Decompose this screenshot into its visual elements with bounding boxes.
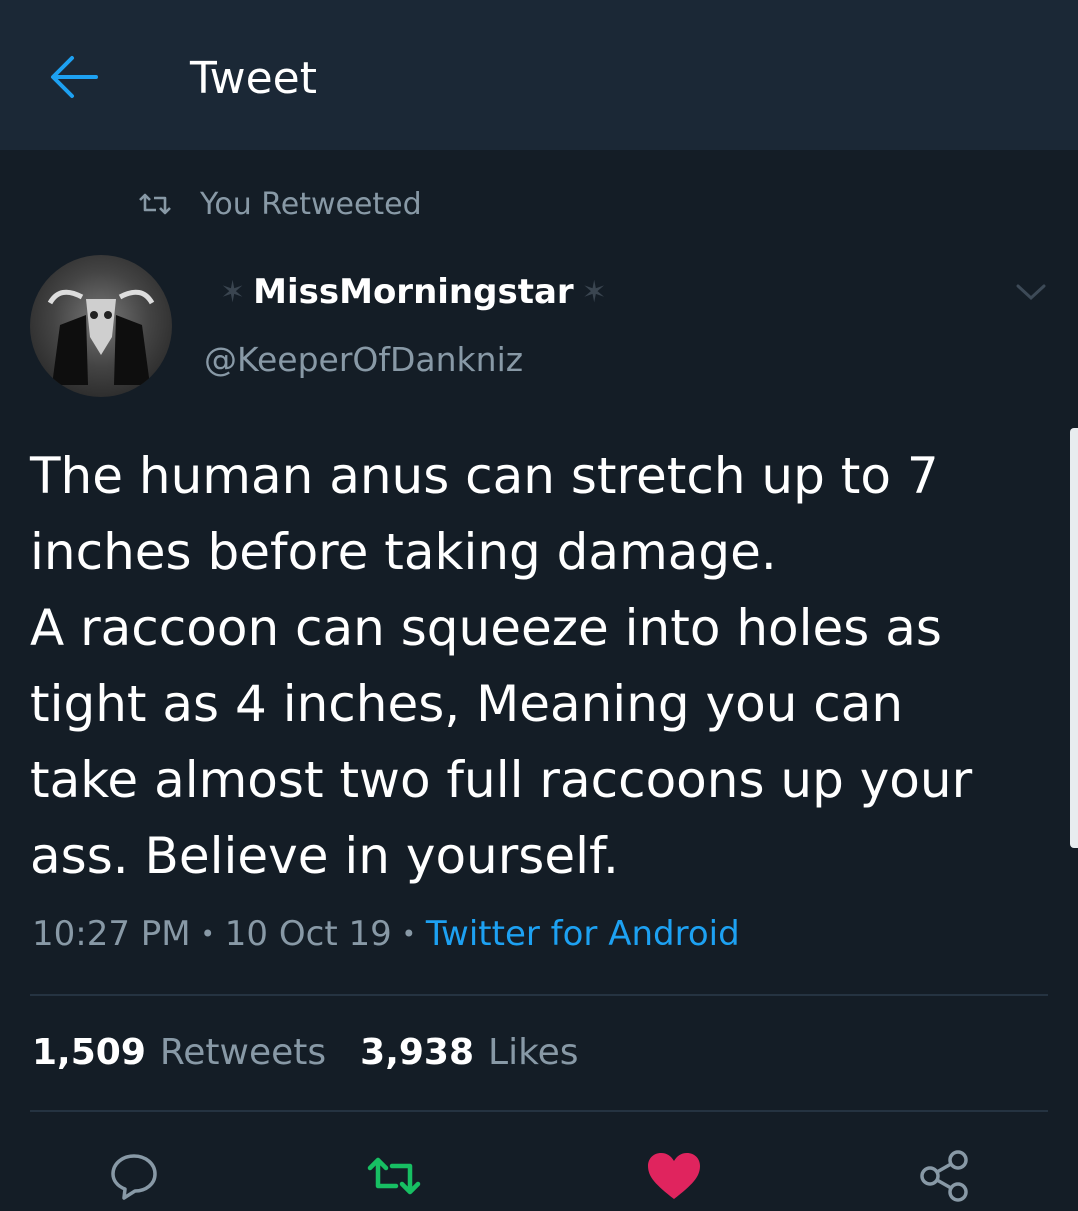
author-handle[interactable]: @KeeperOfDankniz [204, 340, 523, 379]
tweet-date: 10 Oct 19 [224, 914, 392, 954]
likes-count[interactable]: 3,938 [360, 1032, 474, 1073]
retweet-note: You Retweeted [136, 182, 422, 226]
page-title: Tweet [190, 53, 317, 104]
tweet-meta: 10:27 PM • 10 Oct 19 • Twitter for Andro… [32, 914, 740, 954]
avatar[interactable] [30, 255, 172, 397]
retweets-count[interactable]: 1,509 [32, 1032, 146, 1073]
share-icon [920, 1150, 968, 1202]
separator-dot: • [200, 920, 215, 948]
avatar-image-icon [47, 289, 155, 385]
retweet-note-label: You Retweeted [200, 186, 422, 222]
top-bar: Tweet [0, 0, 1078, 150]
likes-label[interactable]: Likes [488, 1032, 579, 1073]
back-arrow-icon[interactable] [46, 52, 100, 102]
heart-icon [648, 1153, 700, 1199]
reply-icon [111, 1154, 157, 1200]
tweet-source-link[interactable]: Twitter for Android [426, 914, 740, 954]
share-button[interactable] [914, 1146, 974, 1206]
retweets-label[interactable]: Retweets [160, 1032, 326, 1073]
like-button[interactable] [644, 1146, 704, 1206]
scrollbar-thumb[interactable] [1070, 428, 1078, 848]
retweet-button[interactable] [364, 1146, 424, 1206]
author-display-name[interactable]: MissMorningstar [253, 272, 574, 312]
author-display-name-row[interactable]: ✶ MissMorningstar ✶ [212, 272, 615, 312]
divider [30, 994, 1048, 996]
tweet-text: The human anus can stretch up to 7 inche… [30, 447, 973, 885]
chevron-down-icon[interactable] [1014, 280, 1048, 304]
tweet-stats: 1,509 Retweets 3,938 Likes [32, 1032, 613, 1073]
tweet-time: 10:27 PM [32, 914, 191, 954]
separator-dot: • [401, 920, 416, 948]
retweet-small-icon [139, 193, 171, 215]
star-icon: ✶ [220, 274, 246, 310]
retweet-icon [367, 1157, 421, 1195]
divider [30, 1110, 1048, 1112]
star-icon: ✶ [581, 274, 607, 310]
reply-button[interactable] [104, 1146, 164, 1206]
